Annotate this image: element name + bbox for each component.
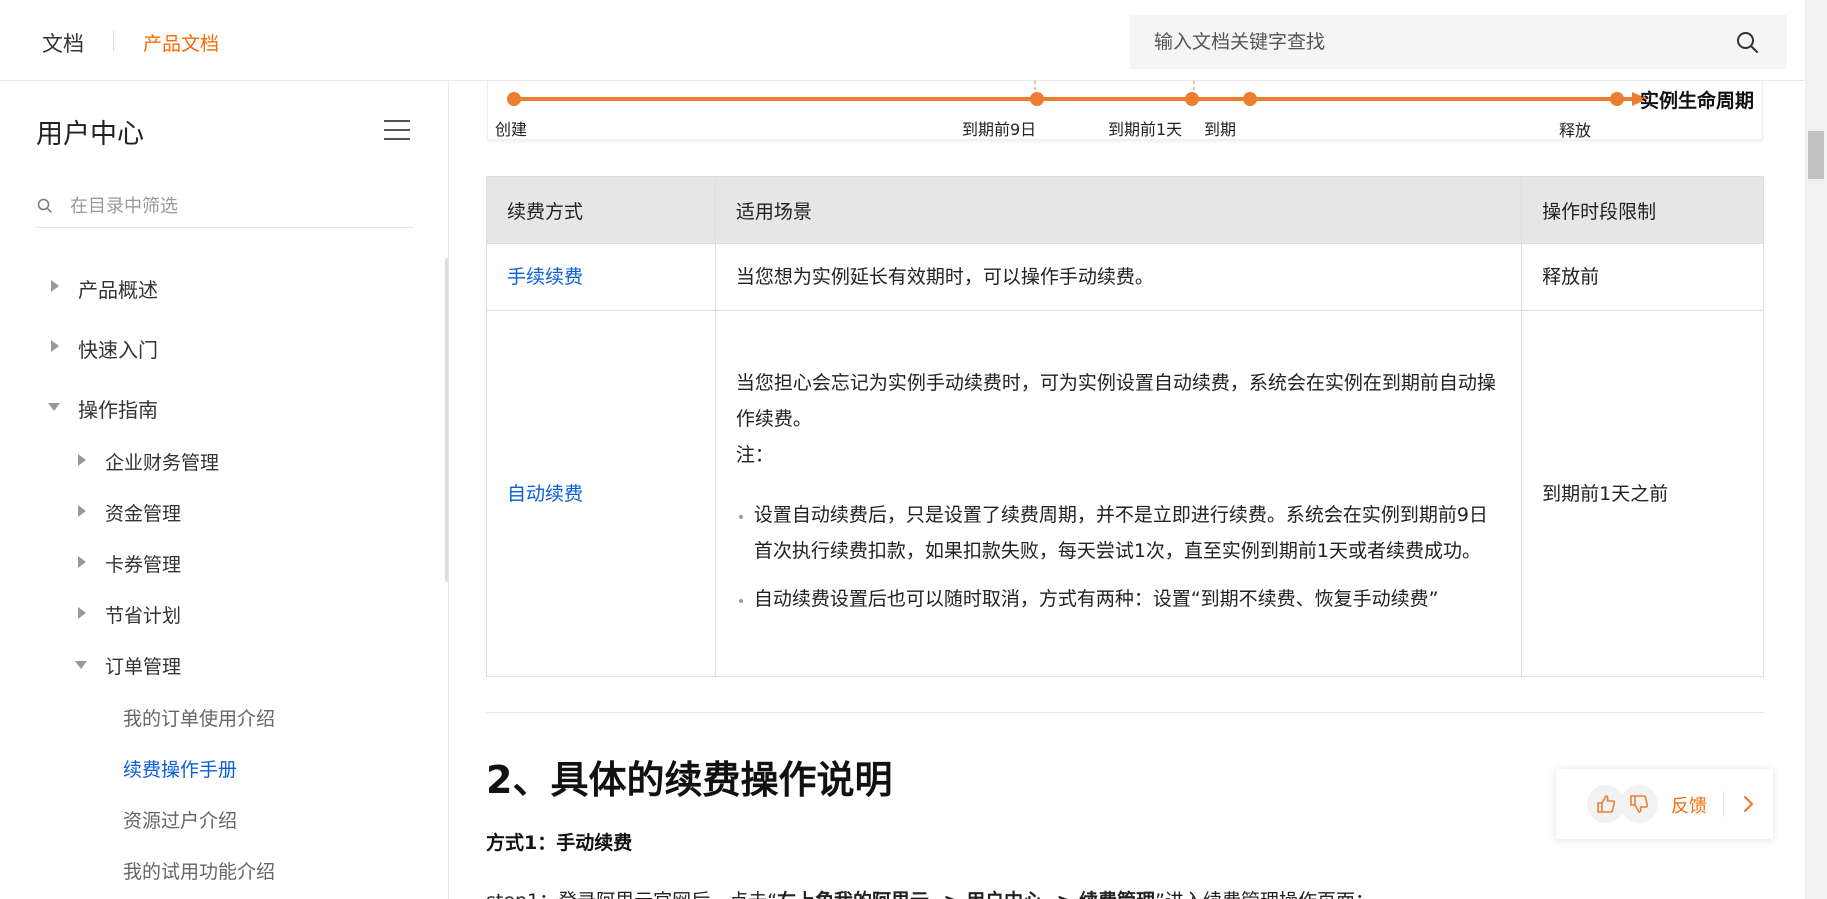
doc-search-box[interactable] [1130,15,1787,69]
sidebar-item-label: 卡券管理 [105,554,182,576]
table-header: 操作时段限制 [1521,176,1764,244]
timeline-label-9-days: 到期前9日 [962,120,1037,139]
caret-down-icon [75,661,87,669]
table-cell: 当您想为实例延长有效期时，可以操作手动续费。 [714,243,1523,311]
search-icon[interactable] [1735,30,1759,54]
docs-home-link[interactable]: 文档 [42,28,84,58]
feedback-widget: 反馈 [1556,769,1773,839]
chevron-right-icon[interactable] [1736,792,1760,816]
sidebar-item-label: 产品概述 [78,278,158,302]
timeline-end-label: 实例生命周期 [1640,90,1755,112]
sidebar-item-order-management[interactable]: 订单管理 [75,652,182,679]
caret-right-icon [78,505,86,517]
dislike-button[interactable] [1620,785,1658,823]
renewal-methods-table: 续费方式 适用场景 操作时段限制 手续续费 当您想为实例延长有效期时，可以操作手… [486,176,1764,677]
thumbs-down-icon [1630,795,1649,813]
top-header: 文档 产品文档 [0,0,1805,81]
page-scrollbar[interactable] [1805,0,1827,899]
timeline-label-create: 创建 [495,120,528,139]
sidebar-item-resource-transfer[interactable]: 资源过户介绍 [123,806,237,833]
sidebar-item-label: 资金管理 [105,503,182,525]
sidebar-item-trial-feature[interactable]: 我的试用功能介绍 [123,857,275,884]
sidebar-item-label: 企业财务管理 [105,452,220,474]
sidebar-scrollbar[interactable] [445,258,448,582]
sidebar-item-label: 订单管理 [105,656,182,678]
step-path: 右上角我的阿里云 -> 用户中心 -> 续费管理 [777,890,1155,899]
table-header: 适用场景 [714,176,1523,244]
caret-right-icon [51,340,59,352]
scenario-text: 当您担心会忘记为实例手动续费时，可为实例设置自动续费，系统会在实例在到期前自动操… [735,371,1496,430]
sidebar-filter-input[interactable] [68,194,398,218]
note-list: 设置自动续费后，只是设置了续费周期，并不是立即进行续费。系统会在实例到期前9日首… [736,497,1501,617]
filter-search-icon [37,198,53,214]
step-prefix: step1：登录阿里云官网后，点击“ [486,890,777,899]
sidebar-title: 用户中心 [36,119,144,150]
step-suffix: ”进入续费管理操作页面： [1155,890,1374,899]
caret-right-icon [78,454,86,466]
thumbs-up-icon [1597,795,1616,813]
table-cell: 当您担心会忘记为实例手动续费时，可为实例设置自动续费，系统会在实例在到期前自动操… [714,310,1523,677]
manual-renew-link[interactable]: 手续续费 [507,266,583,288]
timeline-label-expire: 到期 [1204,120,1237,139]
lifecycle-timeline: 创建 到期前9日 到期前1天 到期 释放 实例生命周期 [487,81,1763,140]
sidebar-item-label: 节省计划 [105,605,182,627]
sidebar-item-savings-plan[interactable]: 节省计划 [78,601,182,628]
table-header-row: 续费方式 适用场景 操作时段限制 [486,176,1764,244]
section-heading: 2、具体的续费操作说明 [486,758,893,802]
subsection-heading: 方式1：手动续费 [486,832,633,854]
sidebar-item-quick-start[interactable]: 快速入门 [51,334,158,363]
caret-right-icon [78,607,86,619]
sidebar: 用户中心 产品概述 快速入门 操作指南 企业财务管理 资金管理 卡券管理 [0,81,449,899]
step-text: step1：登录阿里云官网后，点击“右上角我的阿里云 -> 用户中心 -> 续费… [486,886,1374,899]
table-row: 自动续费 当您担心会忘记为实例手动续费时，可为实例设置自动续费，系统会在实例在到… [486,310,1764,677]
scrollbar-thumb[interactable] [1808,131,1824,179]
table-row: 手续续费 当您想为实例延长有效期时，可以操作手动续费。 释放前 [486,243,1764,311]
feedback-button[interactable]: 反馈 [1671,792,1707,818]
section-divider [486,712,1764,713]
note-label: 注： [735,443,774,466]
table-cell: 到期前1天之前 [1521,310,1764,677]
table-cell: 释放前 [1521,243,1764,311]
auto-renew-link[interactable]: 自动续费 [507,483,583,505]
sidebar-item-my-orders-intro[interactable]: 我的订单使用介绍 [123,704,275,731]
sidebar-item-fund-management[interactable]: 资金管理 [78,499,182,526]
sidebar-item-renewal-manual[interactable]: 续费操作手册 [123,755,237,782]
sidebar-item-label: 快速入门 [78,338,158,362]
feedback-divider [1723,791,1724,817]
caret-down-icon [48,403,60,411]
caret-right-icon [78,556,86,568]
header-divider [113,31,114,51]
caret-right-icon [51,280,59,292]
list-item: 设置自动续费后，只是设置了续费周期，并不是立即进行续费。系统会在实例到期前9日首… [754,497,1501,569]
sidebar-filter[interactable] [36,188,414,228]
doc-search-input[interactable] [1152,29,1712,55]
sidebar-item-operation-guide[interactable]: 操作指南 [48,394,158,423]
sidebar-item-enterprise-finance[interactable]: 企业财务管理 [78,448,220,475]
table-cell: 自动续费 [486,310,716,677]
sidebar-item-label: 操作指南 [78,398,158,422]
timeline-label-1-day: 到期前1天 [1108,120,1183,139]
timeline-label-release: 释放 [1559,121,1592,140]
list-item: 自动续费设置后也可以随时取消，方式有两种：设置“到期不续费、恢复手动续费” [754,581,1501,617]
table-cell: 手续续费 [486,243,716,311]
menu-icon[interactable] [384,119,410,141]
sidebar-item-product-overview[interactable]: 产品概述 [51,274,158,303]
table-header: 续费方式 [486,176,716,244]
product-docs-link[interactable]: 产品文档 [143,29,219,56]
sidebar-item-coupon-management[interactable]: 卡券管理 [78,550,182,577]
